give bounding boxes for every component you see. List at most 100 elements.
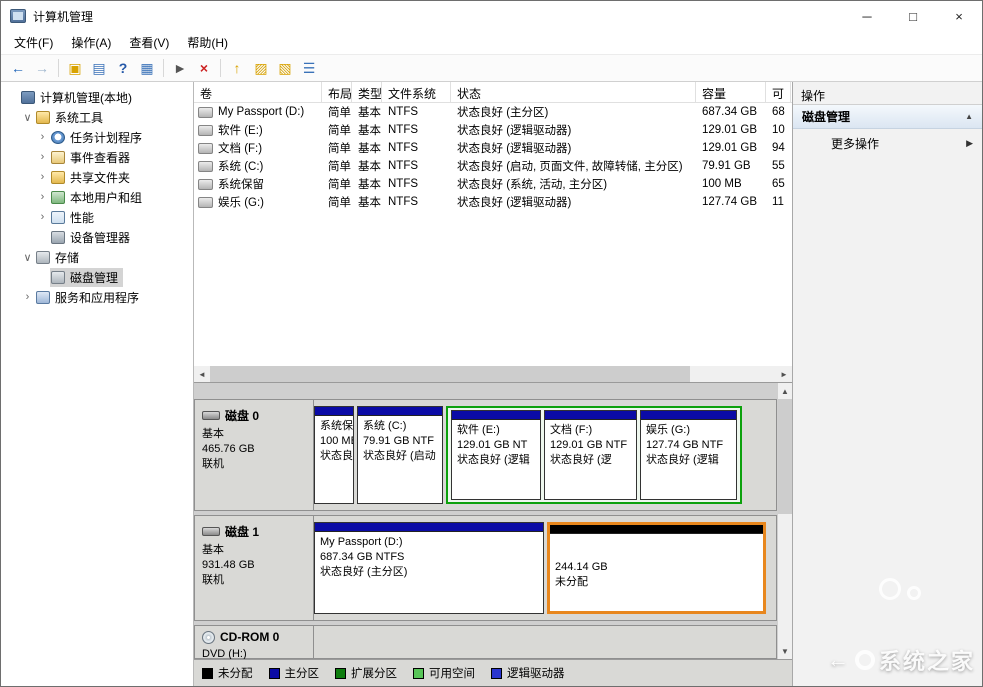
tree-item-event-viewer[interactable]: ›事件查看器: [1, 147, 193, 167]
volume-row[interactable]: My Passport (D:)简单基本NTFS状态良好 (主分区)687.34…: [194, 103, 792, 121]
column-header[interactable]: 可: [766, 82, 791, 102]
disk-graphical-view: 磁盘 0基本465.76 GB联机系统保留100 MB状态良好系统 (C:)79…: [194, 382, 792, 659]
chevron-down-icon[interactable]: ∨: [20, 251, 35, 264]
tree-item-shared-folders[interactable]: ›共享文件夹: [1, 167, 193, 187]
tree-item-computer[interactable]: 计算机管理(本地): [1, 87, 193, 107]
tree-item-storage[interactable]: ∨ 存储: [1, 247, 193, 267]
horizontal-scroll-thumb[interactable]: [210, 366, 690, 382]
volume-cell: NTFS: [382, 142, 451, 154]
column-header[interactable]: 卷: [194, 82, 322, 102]
horizontal-scrollbar[interactable]: ◄ ►: [194, 366, 792, 382]
forward-icon[interactable]: →: [31, 57, 53, 79]
disk-info-box[interactable]: 磁盘 1基本931.48 GB联机: [195, 516, 314, 620]
legend-label: 可用空间: [429, 665, 475, 681]
table-view-icon[interactable]: ▤: [88, 57, 110, 79]
partition-size: 687.34 GB NTFS: [320, 550, 538, 565]
volume-row[interactable]: 文档 (F:)简单基本NTFS状态良好 (逻辑驱动器)129.01 GB94: [194, 139, 792, 157]
console-window-icon[interactable]: ▣: [64, 57, 86, 79]
unallocated-region[interactable]: 244.14 GB未分配: [547, 522, 766, 614]
tree-item-local-users[interactable]: ›本地用户和组: [1, 187, 193, 207]
tree-item-system-tools[interactable]: ∨系统工具: [1, 107, 193, 127]
disk-info-box[interactable]: 磁盘 0基本465.76 GB联机: [195, 400, 314, 510]
scroll-left-button[interactable]: ◄: [194, 366, 210, 382]
volume-row[interactable]: 娱乐 (G:)简单基本NTFS状态良好 (逻辑驱动器)127.74 GB11: [194, 193, 792, 211]
column-header[interactable]: 类型: [352, 82, 382, 102]
disk-row-0: 磁盘 0基本465.76 GB联机系统保留100 MB状态良好系统 (C:)79…: [194, 399, 777, 511]
menu-item-view[interactable]: 查看(V): [120, 31, 178, 54]
scroll-down-button[interactable]: ▼: [778, 643, 792, 659]
column-header[interactable]: 布局: [322, 82, 352, 102]
scroll-up-button[interactable]: ▲: [778, 383, 792, 399]
close-button[interactable]: ×: [936, 1, 982, 31]
action-arrow-icon[interactable]: ►: [169, 57, 191, 79]
vertical-scrollbar[interactable]: ▲ ▼: [778, 383, 792, 659]
legend-item: 未分配: [202, 665, 253, 681]
column-header[interactable]: 文件系统: [382, 82, 451, 102]
volume-list-header: 卷布局类型文件系统状态容量可: [194, 82, 792, 103]
delete-icon[interactable]: ×: [193, 57, 215, 79]
menu-bar: 文件(F)操作(A)查看(V)帮助(H): [1, 31, 982, 54]
more-actions-label: 更多操作: [831, 135, 879, 152]
partition-status: 状态良好: [320, 449, 348, 464]
volume-row[interactable]: 系统 (C:)简单基本NTFS状态良好 (启动, 页面文件, 故障转储, 主分区…: [194, 157, 792, 175]
menu-item-help[interactable]: 帮助(H): [178, 31, 237, 54]
tree-item-content: 存储: [35, 248, 84, 267]
tree-item-services[interactable]: ›服务和应用程序: [1, 287, 193, 307]
volume-cell: 129.01 GB: [696, 142, 766, 154]
grid-view-icon[interactable]: ▦: [136, 57, 158, 79]
partition-block[interactable]: My Passport (D:)687.34 GB NTFS状态良好 (主分区): [314, 522, 544, 614]
chevron-right-icon[interactable]: ›: [35, 151, 50, 163]
tree-item-content: 磁盘管理: [50, 268, 123, 287]
more-actions-item[interactable]: 更多操作 ▶: [793, 129, 982, 157]
tree-item-label: 存储: [55, 249, 79, 266]
properties-icon[interactable]: ▧: [274, 57, 296, 79]
column-header[interactable]: 容量: [696, 82, 766, 102]
partition-block[interactable]: 娱乐 (G:)127.74 GB NTF状态良好 (逻辑: [640, 410, 737, 500]
partition-name: My Passport (D:): [320, 535, 538, 550]
partition-strip: My Passport (D:)687.34 GB NTFS状态良好 (主分区)…: [314, 516, 776, 620]
maximize-button[interactable]: □: [890, 1, 936, 31]
tree-panel: 计算机管理(本地)∨系统工具›任务计划程序›事件查看器›共享文件夹›本地用户和组…: [1, 82, 194, 686]
chevron-right-icon[interactable]: ›: [35, 191, 50, 203]
tree-item-performance[interactable]: ›性能: [1, 207, 193, 227]
actions-section-disk-management[interactable]: 磁盘管理 ▲: [793, 105, 982, 129]
partition-block[interactable]: 系统 (C:)79.91 GB NTF状态良好 (启动: [357, 406, 443, 504]
chevron-right-icon[interactable]: ›: [35, 171, 50, 183]
vertical-scroll-thumb[interactable]: [778, 399, 792, 514]
disk-management-icon: [51, 271, 65, 284]
menu-item-file[interactable]: 文件(F): [5, 31, 62, 54]
tree-item-device-manager[interactable]: 设备管理器: [1, 227, 193, 247]
legend-item: 逻辑驱动器: [491, 665, 565, 681]
partition-block[interactable]: 文档 (F:)129.01 GB NTF状态良好 (逻: [544, 410, 637, 500]
tree-item-task-scheduler[interactable]: ›任务计划程序: [1, 127, 193, 147]
menu-item-action[interactable]: 操作(A): [62, 31, 120, 54]
volume-row[interactable]: 系统保留简单基本NTFS状态良好 (系统, 活动, 主分区)100 MB65: [194, 175, 792, 193]
refresh-icon[interactable]: ↑: [226, 57, 248, 79]
column-header[interactable]: 状态: [451, 82, 696, 102]
tree-item-content: 设备管理器: [50, 228, 135, 247]
chevron-right-icon[interactable]: ›: [35, 211, 50, 223]
chevron-right-icon[interactable]: ›: [35, 131, 50, 143]
tree-item-disk-management[interactable]: 磁盘管理: [1, 267, 193, 287]
volume-row[interactable]: 软件 (E:)简单基本NTFS状态良好 (逻辑驱动器)129.01 GB10: [194, 121, 792, 139]
export-icon[interactable]: ▨: [250, 57, 272, 79]
computer-management-window: 计算机管理 ─ □ × 文件(F)操作(A)查看(V)帮助(H) ←→▣▤?▦►…: [0, 0, 983, 687]
back-icon[interactable]: ←: [7, 57, 29, 79]
volume-icon: [198, 107, 213, 118]
legend-label: 未分配: [218, 665, 253, 681]
partition-block[interactable]: 系统保留100 MB状态良好: [314, 406, 354, 504]
help-icon[interactable]: ?: [112, 57, 134, 79]
disk-info-box[interactable]: CD-ROM 0DVD (H:): [195, 626, 314, 658]
tree-item-content: 计算机管理(本地): [20, 88, 137, 107]
minimize-button[interactable]: ─: [844, 1, 890, 31]
partition-status: 未分配: [555, 575, 758, 590]
scroll-right-button[interactable]: ►: [776, 366, 792, 382]
collapse-section-icon[interactable]: ▲: [965, 112, 973, 121]
chevron-down-icon[interactable]: ∨: [20, 111, 35, 124]
volume-cell: 基本: [352, 176, 382, 192]
chevron-right-icon[interactable]: ›: [20, 291, 35, 303]
toolbar: ←→ ▣▤?▦ ►× ↑▨▧☰: [1, 54, 982, 82]
partition-color-band: [315, 407, 353, 416]
partition-block[interactable]: 软件 (E:)129.01 GB NT状态良好 (逻辑: [451, 410, 541, 500]
help-topics-icon[interactable]: ☰: [298, 57, 320, 79]
